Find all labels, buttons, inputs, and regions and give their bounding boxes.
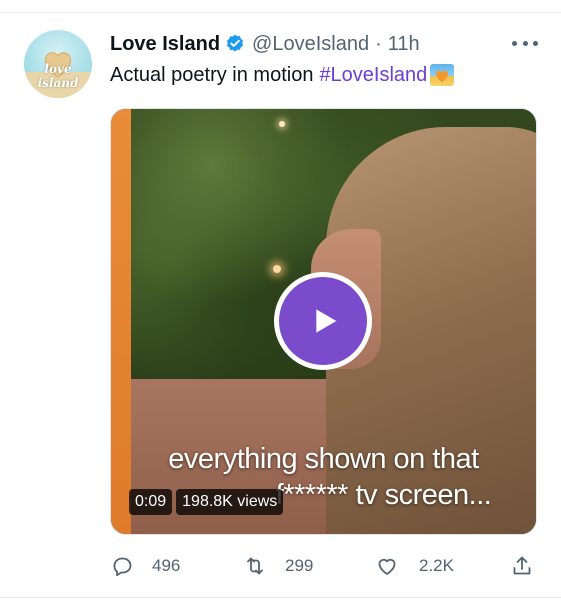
share-button[interactable] xyxy=(510,552,534,580)
reply-count: 496 xyxy=(152,556,181,575)
retweet-count: 299 xyxy=(285,556,314,575)
share-icon xyxy=(513,556,531,575)
more-dot xyxy=(512,40,517,46)
bottom-divider xyxy=(0,597,561,598)
separator-dot: · xyxy=(375,32,382,55)
reply-icon xyxy=(113,557,132,577)
video-stats: 0:09 198.8K views xyxy=(129,489,284,515)
video-duration: 0:09 xyxy=(129,489,173,515)
top-divider xyxy=(0,12,561,13)
more-icon[interactable] xyxy=(512,36,538,50)
author-handle[interactable]: @LoveIsland xyxy=(252,33,369,56)
sunset-emoji-icon xyxy=(430,64,455,86)
play-button[interactable] xyxy=(274,272,372,370)
tweet-text: Actual poetry in motion #LoveIsland xyxy=(110,62,455,88)
video-views: 198.8K views xyxy=(176,489,284,515)
author-name[interactable]: Love Island xyxy=(110,33,220,56)
verified-badge-icon xyxy=(226,34,244,52)
avatar[interactable]: love island xyxy=(24,30,92,98)
video-player[interactable]: everything shown on that f****** tv scre… xyxy=(110,108,537,535)
more-dot xyxy=(522,40,528,46)
more-dot xyxy=(533,40,538,46)
tweet-actions: 496 299 2.2K xyxy=(110,552,538,580)
video-caption-line1: everything shown on that xyxy=(168,443,479,475)
avatar-logo-text: love island xyxy=(37,62,79,90)
play-icon xyxy=(316,309,337,333)
video-light xyxy=(279,121,285,127)
play-button-inner xyxy=(279,277,367,365)
reply-button[interactable]: 496 xyxy=(110,552,180,580)
like-button[interactable]: 2.2K xyxy=(375,552,454,580)
retweet-icon xyxy=(247,557,263,575)
retweet-button[interactable]: 299 xyxy=(243,552,313,580)
like-icon xyxy=(378,558,396,575)
like-count: 2.2K xyxy=(419,556,454,575)
video-light xyxy=(273,265,281,273)
tweet-time[interactable]: 11h xyxy=(388,33,420,56)
hashtag-link[interactable]: #LoveIsland xyxy=(319,62,427,88)
sunset-heart-icon xyxy=(436,70,449,82)
tweet-header: Love Island @LoveIsland · 11h xyxy=(110,32,420,56)
tweet-body: Actual poetry in motion xyxy=(110,64,314,86)
